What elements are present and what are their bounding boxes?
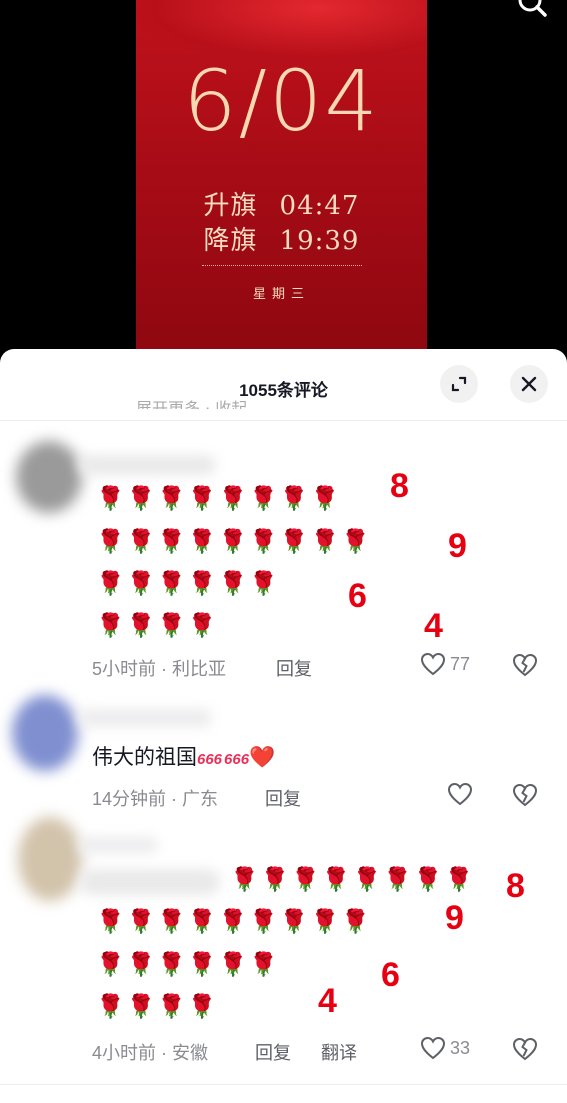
raise-flag-time: 04:47	[279, 191, 360, 221]
comment-text: 伟大的祖国666 666❤️	[92, 741, 275, 771]
broken-heart-icon	[512, 653, 538, 677]
poster-date: 6/04	[183, 52, 380, 150]
video-area[interactable]: 6/04 升旗 04:47 降旗 19:39 星期三	[0, 0, 567, 360]
like-button[interactable]: 33	[420, 1036, 470, 1060]
666-icon: 666	[197, 751, 223, 768]
comment-time: 14分钟前	[92, 789, 167, 809]
flag-ceremony-poster: 6/04 升旗 04:47 降旗 19:39 星期三	[136, 0, 427, 360]
reply-button[interactable]: 回复	[276, 655, 312, 681]
666-icon: 666	[224, 751, 250, 768]
avatar[interactable]	[12, 695, 78, 771]
rose-row: 🌹🌹🌹🌹	[96, 994, 219, 1020]
rose-row: 🌹🌹🌹🌹🌹🌹🌹🌹🌹	[96, 529, 372, 555]
comment-location: 广东	[182, 789, 219, 809]
raise-flag-row: 升旗 04:47	[136, 185, 427, 222]
reply-button[interactable]: 回复	[265, 785, 301, 811]
expand-icon	[451, 376, 467, 392]
count-annotation: 8	[390, 467, 409, 505]
like-button[interactable]: 77	[420, 652, 470, 676]
blurred-username[interactable]	[80, 869, 220, 895]
comment-sheet: 1055条评论 展开更多 · 收起 🌹🌹🌹🌹🌹🌹🌹🌹 🌹🌹🌹🌹🌹🌹🌹🌹🌹 🌹🌹🌹…	[0, 349, 567, 1103]
rose-row: 🌹🌹🌹🌹🌹🌹🌹🌹	[230, 867, 476, 893]
close-button[interactable]	[510, 365, 548, 403]
count-annotation: 9	[445, 899, 464, 937]
blurred-username[interactable]	[78, 709, 212, 727]
blurred-username[interactable]	[78, 455, 216, 475]
rose-row: 🌹🌹🌹🌹🌹🌹	[96, 952, 280, 978]
dislike-button[interactable]	[512, 653, 538, 681]
bottom-divider	[0, 1084, 567, 1085]
comment-body: 伟大的祖国	[92, 746, 197, 769]
lower-flag-label: 降旗	[203, 226, 258, 256]
comment-location: 利比亚	[172, 659, 227, 679]
comment-count-title: 1055条评论	[239, 381, 328, 400]
lower-flag-time: 19:39	[279, 226, 360, 256]
clipped-expand-text[interactable]: 展开更多 · 收起	[136, 395, 247, 409]
comment-time: 4小时前	[92, 1043, 157, 1063]
like-count: 33	[450, 1037, 471, 1058]
dotted-divider	[202, 265, 362, 266]
rose-row: 🌹🌹🌹🌹	[96, 613, 219, 639]
raise-flag-label: 升旗	[203, 191, 258, 221]
like-count: 77	[450, 653, 471, 674]
comment-meta: 14分钟前 · 广东	[92, 789, 219, 809]
count-annotation: 9	[448, 527, 467, 565]
blurred-username[interactable]	[78, 837, 158, 853]
poster-weekday: 星期三	[252, 287, 310, 302]
count-annotation: 6	[381, 956, 400, 994]
rose-row: 🌹🌹🌹🌹🌹🌹🌹🌹	[96, 486, 342, 512]
comment-time: 5小时前	[92, 659, 157, 679]
count-annotation: 8	[506, 867, 525, 905]
heart-icon: ❤️	[249, 746, 276, 769]
count-annotation: 6	[348, 577, 367, 615]
avatar[interactable]	[18, 817, 82, 901]
translate-button[interactable]: 翻译	[321, 1039, 357, 1065]
count-annotation: 4	[424, 607, 443, 645]
search-icon[interactable]	[512, 0, 552, 26]
broken-heart-icon	[512, 783, 538, 807]
heart-icon	[420, 1036, 446, 1060]
dislike-button[interactable]	[512, 783, 538, 811]
count-annotation: 4	[318, 982, 337, 1020]
avatar[interactable]	[16, 441, 82, 513]
reply-button[interactable]: 回复	[255, 1039, 291, 1065]
heart-icon	[420, 652, 446, 676]
expand-button[interactable]	[440, 365, 478, 403]
dislike-button[interactable]	[512, 1037, 538, 1065]
comment-meta: 5小时前 · 利比亚	[92, 659, 227, 679]
close-icon	[521, 376, 537, 392]
header-divider	[0, 420, 567, 421]
comment-meta: 4小时前 · 安徽	[92, 1043, 209, 1063]
broken-heart-icon	[512, 1037, 538, 1061]
like-button[interactable]	[447, 782, 473, 806]
comment-location: 安徽	[172, 1043, 209, 1063]
lower-flag-row: 降旗 19:39	[136, 220, 427, 257]
heart-icon	[447, 782, 473, 806]
rose-row: 🌹🌹🌹🌹🌹🌹🌹🌹🌹	[96, 909, 372, 935]
rose-row: 🌹🌹🌹🌹🌹🌹	[96, 571, 280, 597]
